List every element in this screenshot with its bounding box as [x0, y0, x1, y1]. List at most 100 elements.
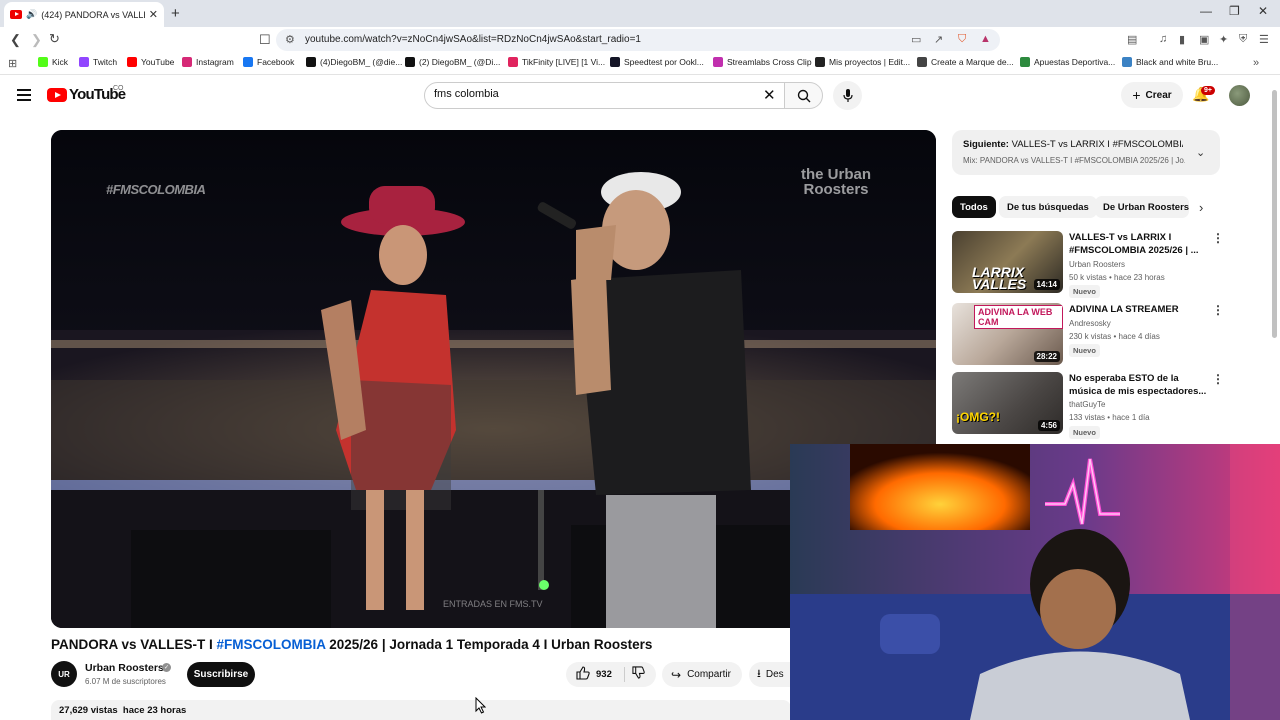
- apps-grid-icon[interactable]: ⊞: [8, 57, 17, 70]
- window-close-icon[interactable]: ✕: [1258, 4, 1268, 18]
- rec-menu-icon-3[interactable]: ⋮: [1212, 372, 1224, 386]
- verified-icon: ✓: [162, 663, 171, 672]
- rec-title-1[interactable]: VALLES-T vs LARRIX I #FMSCOLOMBIA 2025/2…: [1069, 231, 1209, 257]
- brave-shield-icon[interactable]: ⛉: [958, 33, 966, 46]
- forward-icon[interactable]: ❯: [31, 32, 42, 48]
- up-next-title: Siguiente: VALLES-T vs LARRIX I #FMSCOLO…: [963, 139, 1183, 150]
- channel-name[interactable]: Urban Roosters: [85, 662, 164, 674]
- up-next-playlist: Mix: PANDORA vs VALLES-T I #FMSCOLOMBIA …: [963, 156, 1185, 165]
- rec-badge-1: Nuevo: [1069, 285, 1100, 298]
- bookmark-page-icon[interactable]: ☐: [259, 32, 271, 48]
- rec-menu-icon-2[interactable]: ⋮: [1212, 303, 1224, 317]
- description-box[interactable]: 27,629 vistas hace 23 horas: [51, 700, 791, 720]
- webcam-scene: [790, 444, 1280, 720]
- reload-icon[interactable]: ↻: [49, 31, 60, 47]
- bookmark-item[interactable]: Kick: [38, 57, 68, 67]
- bookmark-item[interactable]: (2) DiegoBM_ (@Di...: [405, 57, 500, 67]
- tab-close-icon[interactable]: ✕: [149, 8, 158, 21]
- rec-channel-1[interactable]: Urban Roosters: [1069, 260, 1125, 269]
- rec-meta-2: 230 k vistas • hace 4 días: [1069, 332, 1160, 341]
- cast-icon[interactable]: ▭: [911, 33, 921, 46]
- bookmark-label: Facebook: [257, 57, 295, 67]
- wallet-icon[interactable]: ▣: [1199, 33, 1209, 46]
- chip-searches[interactable]: De tus búsquedas: [999, 196, 1097, 218]
- bookmark-favicon-icon: [815, 57, 825, 67]
- mouse-cursor-icon: [475, 697, 486, 714]
- bookmark-item[interactable]: Create a Marque de...: [917, 57, 1014, 67]
- new-tab-icon[interactable]: +: [171, 5, 180, 22]
- bookmark-item[interactable]: YouTube: [127, 57, 174, 67]
- hashtag-link[interactable]: #FMSCOLOMBIA: [217, 637, 326, 652]
- channel-avatar[interactable]: UR: [51, 661, 77, 687]
- search-button[interactable]: [784, 82, 823, 109]
- rec-thumb-text-2: ADIVINA LA WEB CAM: [974, 305, 1063, 329]
- bookmark-favicon-icon: [1020, 57, 1030, 67]
- site-info-icon[interactable]: ⚙: [285, 33, 295, 46]
- guide-menu-icon[interactable]: [17, 89, 31, 104]
- bookmark-item[interactable]: (4)DiegoBM_ (@die...: [306, 57, 402, 67]
- bookmark-label: Apuestas Deportiva...: [1034, 57, 1116, 67]
- browser-tab-bar: [0, 0, 1280, 27]
- share-label: Compartir: [687, 669, 731, 680]
- page-scrollbar[interactable]: [1272, 90, 1277, 338]
- view-count: 27,629 vistas: [59, 705, 118, 716]
- bookmark-item[interactable]: Apuestas Deportiva...: [1020, 57, 1115, 67]
- bookmark-label: (4)DiegoBM_ (@die...: [320, 57, 403, 67]
- bookmark-item[interactable]: TikFinity [LIVE] [1 Vi...: [508, 57, 605, 67]
- like-button[interactable]: [576, 666, 590, 683]
- reader-icon[interactable]: ▮: [1179, 33, 1185, 46]
- rec-channel-2[interactable]: Andresosky: [1069, 319, 1111, 328]
- bookmark-item[interactable]: Black and white Bru...: [1122, 57, 1218, 67]
- chevron-down-icon[interactable]: ⌄: [1196, 146, 1205, 159]
- webcam-overlay: [790, 444, 1280, 720]
- minimize-icon[interactable]: —: [1200, 4, 1212, 18]
- search-input[interactable]: fms colombia: [434, 88, 499, 100]
- bookmark-favicon-icon: [38, 57, 48, 67]
- share-button[interactable]: ↪ Compartir: [662, 662, 742, 687]
- chevron-right-icon[interactable]: ›: [1199, 200, 1203, 215]
- menu-icon[interactable]: ☰: [1259, 33, 1269, 46]
- bookmark-label: Create a Marque de...: [931, 57, 1014, 67]
- back-icon[interactable]: ❮: [10, 32, 21, 48]
- bookmark-item[interactable]: Facebook: [243, 57, 294, 67]
- bookmark-item[interactable]: Mis proyectos | Edit...: [815, 57, 910, 67]
- voice-search-button[interactable]: [833, 81, 862, 110]
- create-button[interactable]: + Crear: [1121, 82, 1183, 108]
- chip-channel[interactable]: De Urban Roosters: [1095, 196, 1189, 218]
- rewards-icon[interactable]: ▲: [980, 33, 991, 45]
- music-icon[interactable]: ♫: [1159, 33, 1167, 45]
- browser-tab[interactable]: 🔊 (424) PANDORA vs VALLES-T ✕: [4, 2, 164, 27]
- up-next-panel[interactable]: [952, 130, 1220, 175]
- leo-ai-icon[interactable]: ✦: [1219, 33, 1228, 46]
- bookmark-item[interactable]: Instagram: [182, 57, 234, 67]
- video-title-part-b: 2025/26 | Jornada 1 Temporada 4 I Urban …: [325, 637, 653, 652]
- rec-channel-3[interactable]: thatGuyTe: [1069, 400, 1105, 409]
- bookmark-item[interactable]: Twitch: [79, 57, 117, 67]
- more-bookmarks-icon[interactable]: »: [1253, 57, 1259, 69]
- bookmark-favicon-icon: [79, 57, 89, 67]
- url-text[interactable]: youtube.com/watch?v=zNoCn4jwSAo&list=RDz…: [305, 34, 641, 45]
- rec-title-2[interactable]: ADIVINA LA STREAMER: [1069, 303, 1209, 316]
- subscribe-button[interactable]: Suscribirse: [187, 662, 255, 687]
- search-icon: [797, 89, 811, 103]
- account-avatar[interactable]: [1229, 85, 1250, 106]
- country-code: CO: [113, 85, 124, 92]
- chip-todos[interactable]: Todos: [952, 196, 996, 218]
- youtube-logo-icon[interactable]: [47, 88, 67, 102]
- bookmark-item[interactable]: Streamlabs Cross Clip: [713, 57, 812, 67]
- download-label: Des: [765, 669, 784, 680]
- rec-thumbnail-3[interactable]: ¡OMG?! 4:56: [952, 372, 1063, 434]
- vpn-icon[interactable]: ⛨: [1239, 33, 1247, 46]
- share-icon: ↪: [671, 667, 682, 682]
- thumbs-up-icon: [576, 666, 590, 680]
- rec-thumbnail-2[interactable]: ADIVINA LA WEB CAM 28:22: [952, 303, 1063, 365]
- rec-menu-icon-1[interactable]: ⋮: [1212, 231, 1224, 245]
- restore-icon[interactable]: ❐: [1229, 4, 1240, 18]
- dislike-button[interactable]: [632, 666, 645, 682]
- clear-search-icon[interactable]: ✕: [763, 86, 776, 104]
- rec-thumbnail-1[interactable]: LARRIX VALLES 14:14: [952, 231, 1063, 293]
- bookmark-item[interactable]: Speedtest por Ookl...: [610, 57, 704, 67]
- sidebar-icon[interactable]: ▤: [1127, 33, 1137, 46]
- rec-title-3[interactable]: No esperaba ESTO de la música de mis esp…: [1069, 372, 1209, 398]
- share-page-icon[interactable]: ↗: [934, 33, 943, 46]
